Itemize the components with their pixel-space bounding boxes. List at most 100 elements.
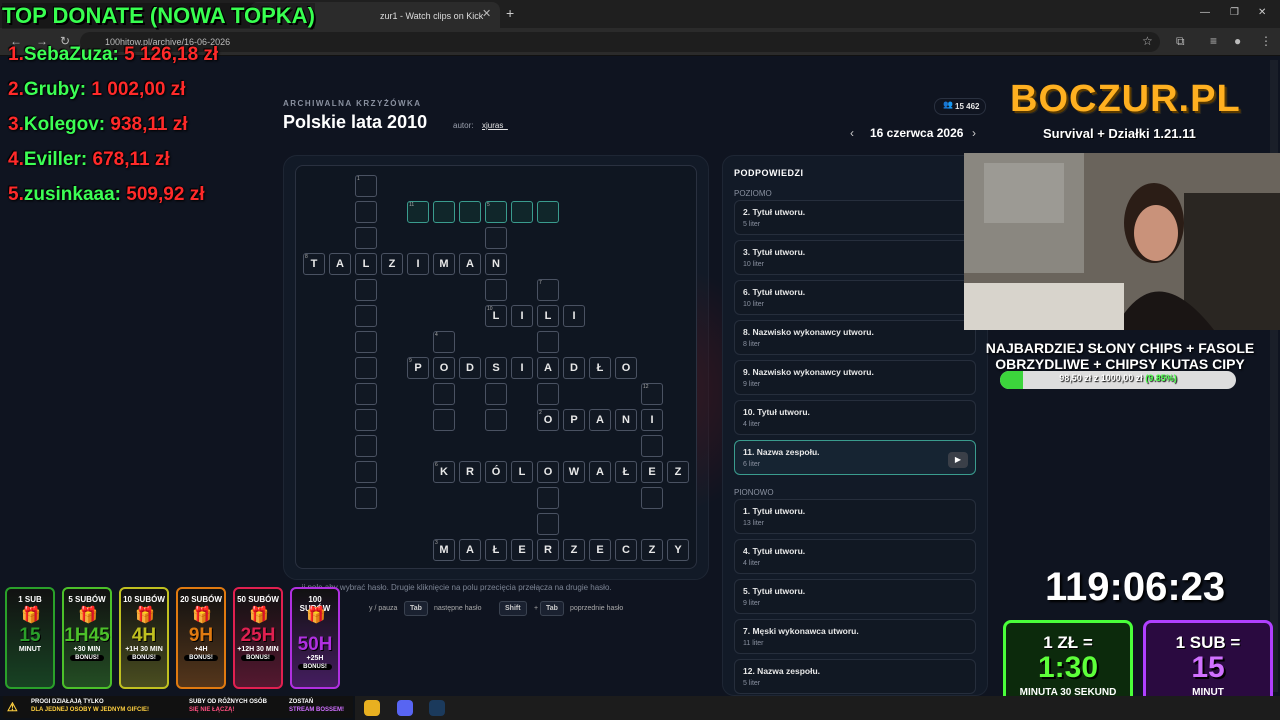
crossword-cell[interactable] [355,305,377,327]
close-tab-icon[interactable]: ✕ [482,7,491,20]
crossword-cell[interactable] [355,279,377,301]
crossword-cell[interactable] [433,409,455,431]
crossword-cell[interactable]: R [459,461,481,483]
crossword-cell[interactable] [485,409,507,431]
crossword-cell[interactable]: Ó [485,461,507,483]
crossword-cell[interactable]: R [537,539,559,561]
hint-item[interactable]: 2. Tytuł utworu. 5 liter [734,200,976,235]
crossword-cell[interactable]: N [485,253,507,275]
donor-row: 2.Gruby: 1 002,00 zł [8,79,185,101]
crossword-cell[interactable] [485,279,507,301]
hint-item[interactable]: 9. Nazwisko wykonawcy utworu. 9 liter [734,360,976,395]
crossword-cell[interactable] [355,383,377,405]
crossword-cell[interactable]: Ł [485,539,507,561]
crossword-cell[interactable] [537,383,559,405]
crossword-cell[interactable]: P [563,409,585,431]
crossword-cell[interactable]: O [615,357,637,379]
crossword-cell[interactable] [355,357,377,379]
crossword-cell[interactable]: A [459,253,481,275]
crossword-cell[interactable] [641,435,663,457]
crossword-cell[interactable]: Y [667,539,689,561]
crossword-cell[interactable]: I [407,253,429,275]
crossword-cell[interactable]: D [563,357,585,379]
crossword-cell[interactable]: I [563,305,585,327]
maximize-icon[interactable]: ❐ [1230,7,1239,18]
crossword-cell[interactable]: L [511,461,533,483]
crossword-cell[interactable]: O [537,461,559,483]
hint-item[interactable]: 4. Tytuł utworu. 4 liter [734,539,976,574]
hint-item[interactable]: 1. Tytuł utworu. 13 liter [734,499,976,534]
crossword-cell[interactable]: L [355,253,377,275]
crossword-cell[interactable] [537,201,559,223]
crossword-cell[interactable]: Z [563,539,585,561]
hint-item[interactable]: 3. Tytuł utworu. 10 liter [734,240,976,275]
crossword-cell[interactable]: I [641,409,663,431]
prev-date-icon[interactable]: ‹ [850,126,854,140]
hint-item[interactable]: 8. Nazwisko wykonawcy utworu. 8 liter [734,320,976,355]
crossword-cell[interactable] [355,227,377,249]
crossword-cell[interactable]: E [589,539,611,561]
crossword-cell[interactable]: I [511,357,533,379]
new-tab-icon[interactable]: + [506,5,514,21]
crossword-cell[interactable]: A [589,409,611,431]
crossword-cell[interactable]: E [511,539,533,561]
crossword-cell[interactable] [641,487,663,509]
crossword-cell[interactable]: I [511,305,533,327]
crossword-cell[interactable]: A [459,539,481,561]
url-field[interactable]: 100hitow.pl/archive/16-06-2026 [80,32,1160,52]
goal-percent: (9.85%) [1145,373,1177,383]
crossword-cell[interactable] [433,383,455,405]
crossword-cell[interactable] [537,331,559,353]
crossword-cell[interactable]: N [615,409,637,431]
crossword-cell[interactable]: Z [381,253,403,275]
bookmark-star-icon[interactable]: ☆ [1142,34,1153,48]
crossword-cell[interactable] [537,487,559,509]
hint-item[interactable]: 11. Nazwa zespołu. 6 liter [734,440,976,475]
hint-item[interactable]: 6. Tytuł utworu. 10 liter [734,280,976,315]
crossword-cell[interactable]: E [641,461,663,483]
crossword-cell[interactable] [485,227,507,249]
chrome-icon[interactable] [364,700,380,716]
crossword-cell[interactable]: Z [667,461,689,483]
crossword-cell[interactable]: M [433,253,455,275]
crossword-cell[interactable] [355,331,377,353]
hint-item[interactable]: 10. Tytuł utworu. 4 liter [734,400,976,435]
close-window-icon[interactable]: ✕ [1258,7,1266,18]
extensions-icon[interactable]: ⧉ [1176,34,1185,49]
crossword-cell[interactable] [511,201,533,223]
crossword-cell[interactable]: D [459,357,481,379]
crossword-cell[interactable] [355,461,377,483]
crossword-cell[interactable]: W [563,461,585,483]
crossword-cell[interactable]: O [433,357,455,379]
discord-icon[interactable] [397,700,413,716]
crossword-cell[interactable]: L [537,305,559,327]
crossword-cell[interactable]: Ł [615,461,637,483]
crossword-cell[interactable] [355,409,377,431]
crossword-cell[interactable] [485,383,507,405]
crossword-cell[interactable] [433,201,455,223]
crossword-cell[interactable]: A [537,357,559,379]
steam-icon[interactable] [429,700,445,716]
profile-icon[interactable]: ● [1234,34,1241,48]
next-date-icon[interactable]: › [972,126,976,140]
crossword-cell[interactable] [355,435,377,457]
author-link[interactable]: xjuras_ [482,121,508,130]
crossword-cell[interactable]: Ł [589,357,611,379]
crossword-cell[interactable]: A [589,461,611,483]
crossword-cell[interactable] [355,487,377,509]
crossword-cell[interactable] [355,201,377,223]
media-icon[interactable]: ≡ [1210,34,1217,48]
crossword-cell[interactable]: S [485,357,507,379]
crossword-cell[interactable]: Z [641,539,663,561]
hint-item[interactable]: 5. Tytuł utworu. 9 liter [734,579,976,614]
crossword-cell[interactable]: C [615,539,637,561]
crossword-cell[interactable] [537,513,559,535]
menu-icon[interactable]: ⋮ [1260,34,1272,48]
play-icon[interactable]: ▶ [948,452,968,468]
crossword-cell[interactable] [459,201,481,223]
minimize-icon[interactable]: — [1200,7,1210,18]
tier-bonus: BONUS! [241,655,275,661]
hint-item[interactable]: 12. Nazwa zespołu. 5 liter [734,659,976,694]
crossword-cell[interactable]: A [329,253,351,275]
hint-item[interactable]: 7. Męski wykonawca utworu. 11 liter [734,619,976,654]
